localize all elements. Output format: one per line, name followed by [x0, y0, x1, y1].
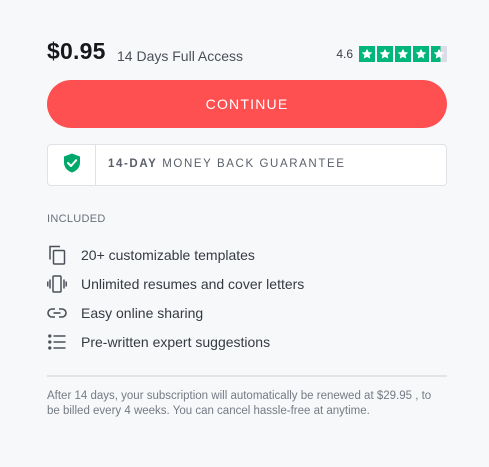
feature-list: 20+ customizable templates Unlimited res… [47, 240, 304, 356]
rating-value: 4.6 [336, 47, 353, 61]
renewal-footnote: After 14 days, your subscription will au… [47, 390, 432, 417]
feature-label: Unlimited resumes and cover letters [81, 275, 305, 292]
list-icon [47, 332, 67, 352]
list-item: 20+ customizable templates [47, 240, 304, 269]
feature-label: Pre-written expert suggestions [81, 333, 271, 350]
star-icon [413, 46, 429, 62]
list-item: Unlimited resumes and cover letters [47, 269, 304, 298]
copy-icon [47, 245, 67, 265]
half-star-icon [431, 46, 447, 62]
shield-check-icon [63, 153, 81, 178]
price: $0.95 [47, 38, 106, 64]
price-row: $0.95 14 Days Full Access 4.6 [47, 38, 447, 68]
divider [47, 375, 447, 377]
star-icon [359, 46, 375, 62]
feature-label: 20+ customizable templates [81, 246, 255, 263]
rating: 4.6 [336, 46, 447, 62]
continue-button[interactable]: CONTINUE [47, 80, 447, 128]
star-icon [395, 46, 411, 62]
star-icon [377, 46, 393, 62]
checkout-panel: $0.95 14 Days Full Access 4.6 CONTINUE 1… [0, 0, 489, 467]
access-label: 14 Days Full Access [117, 48, 244, 64]
feature-label: Easy online sharing [81, 304, 204, 321]
list-item: Easy online sharing [47, 298, 304, 327]
guarantee-bold: 14-DAY [108, 158, 158, 170]
included-heading: INCLUDED [47, 213, 106, 225]
guarantee-text: 14-DAY MONEY BACK GUARANTEE [108, 158, 345, 170]
vibrate-icon [47, 274, 67, 294]
money-back-guarantee: 14-DAY MONEY BACK GUARANTEE [47, 144, 447, 186]
list-item: Pre-written expert suggestions [47, 327, 304, 356]
guarantee-rest: MONEY BACK GUARANTEE [157, 158, 346, 170]
shield-check-icon-box [48, 145, 96, 185]
link-icon [47, 303, 67, 323]
